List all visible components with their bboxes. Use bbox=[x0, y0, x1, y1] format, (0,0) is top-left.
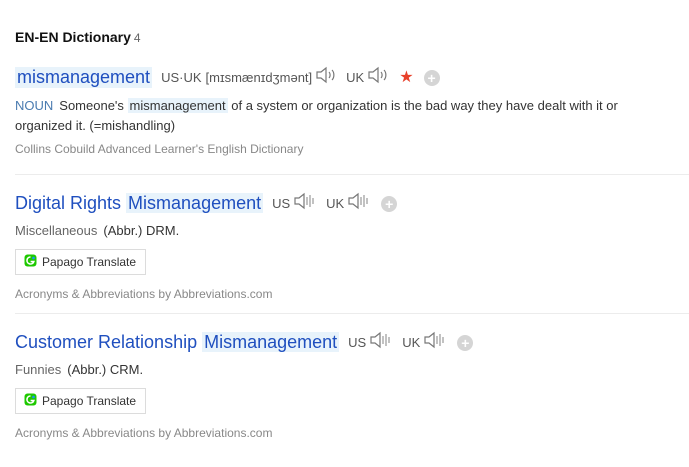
entry-us-label: US bbox=[348, 335, 367, 350]
dictionary-entry-drm: Digital Rights Mismanagement US UK + Mis… bbox=[15, 192, 689, 301]
entry-category: Miscellaneous bbox=[15, 223, 98, 238]
dictionary-entry-mismanagement: mismanagement US·UK [mɪsmænɪdʒmənt] UK ★… bbox=[15, 66, 689, 156]
entry-definition: NOUN Someone's mismanagement of a system … bbox=[15, 96, 675, 136]
entry-abbreviation: (Abbr.) DRM. bbox=[103, 223, 180, 238]
add-circle-icon[interactable]: + bbox=[381, 195, 398, 212]
entry-uk-label: UK bbox=[346, 70, 365, 85]
entry-word-link[interactable]: Digital Rights Mismanagement bbox=[15, 193, 264, 214]
entry-word-plain: Customer Relationship bbox=[15, 332, 203, 352]
papago-logo-icon bbox=[24, 254, 37, 270]
entry-source: Collins Cobuild Advanced Learner's Engli… bbox=[15, 142, 304, 156]
star-icon[interactable]: ★ bbox=[399, 69, 413, 86]
entry-word-highlight: Mismanagement bbox=[126, 193, 264, 213]
entry-header: Digital Rights Mismanagement US UK + bbox=[15, 192, 689, 215]
entry-region-label: US·UK bbox=[161, 70, 202, 85]
speaker-icon[interactable] bbox=[347, 192, 371, 215]
divider bbox=[15, 174, 689, 175]
entry-word-link[interactable]: Customer Relationship Mismanagement bbox=[15, 332, 340, 353]
entry-uk-label: UK bbox=[326, 196, 345, 211]
section-heading: EN-EN Dictionary 4 bbox=[15, 29, 141, 45]
entry-word-highlight: Mismanagement bbox=[202, 332, 340, 352]
entry-category-line: Miscellaneous (Abbr.) DRM. bbox=[15, 223, 689, 238]
entry-header: Customer Relationship Mismanagement US U… bbox=[15, 331, 689, 354]
papago-translate-button[interactable]: Papago Translate bbox=[15, 388, 147, 414]
papago-label: Papago Translate bbox=[42, 255, 137, 269]
entry-category: Funnies bbox=[15, 362, 62, 377]
entry-word-plain: Digital Rights bbox=[15, 193, 127, 213]
entry-word-link[interactable]: mismanagement bbox=[15, 67, 153, 88]
entry-category-line: Funnies (Abbr.) CRM. bbox=[15, 362, 689, 377]
add-circle-icon[interactable]: + bbox=[423, 69, 440, 86]
section-title: EN-EN Dictionary bbox=[15, 29, 131, 45]
divider bbox=[15, 313, 689, 314]
entry-header: mismanagement US·UK [mɪsmænɪdʒmənt] UK ★… bbox=[15, 66, 689, 89]
add-circle-icon[interactable]: + bbox=[457, 334, 474, 351]
papago-label: Papago Translate bbox=[42, 394, 137, 408]
speaker-icon[interactable] bbox=[369, 331, 393, 354]
entry-abbreviation: (Abbr.) CRM. bbox=[67, 362, 144, 377]
speaker-icon[interactable] bbox=[367, 66, 389, 89]
entry-phonetic: [mɪsmænɪdʒmənt] bbox=[205, 70, 313, 85]
entry-source: Acronyms & Abbreviations by Abbreviation… bbox=[15, 287, 273, 301]
entry-uk-label: UK bbox=[402, 335, 421, 350]
definition-text-pre: Someone's bbox=[59, 98, 128, 113]
entry-source: Acronyms & Abbreviations by Abbreviation… bbox=[15, 426, 273, 440]
speaker-icon[interactable] bbox=[293, 192, 317, 215]
part-of-speech: NOUN bbox=[15, 98, 54, 113]
dictionary-entry-crm: Customer Relationship Mismanagement US U… bbox=[15, 331, 689, 440]
entry-us-label: US bbox=[272, 196, 291, 211]
speaker-icon[interactable] bbox=[423, 331, 447, 354]
papago-logo-icon bbox=[24, 393, 37, 409]
speaker-icon[interactable] bbox=[315, 66, 337, 89]
section-count: 4 bbox=[133, 31, 141, 45]
papago-translate-button[interactable]: Papago Translate bbox=[15, 249, 147, 275]
definition-highlight: mismanagement bbox=[127, 98, 228, 113]
